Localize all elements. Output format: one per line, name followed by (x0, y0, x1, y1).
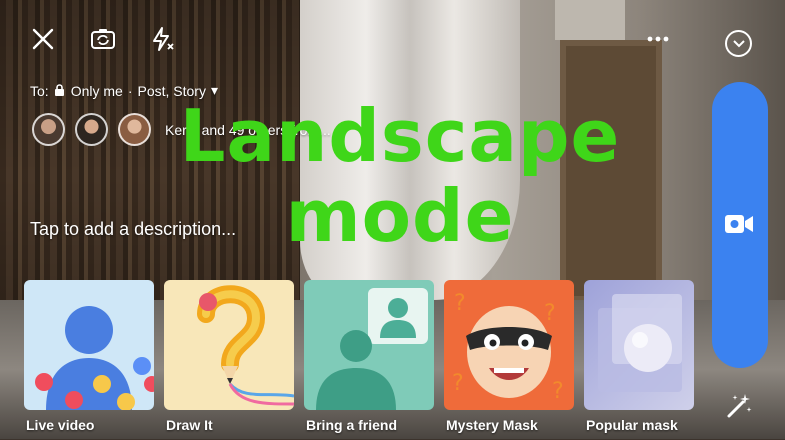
audience-privacy: Only me (70, 82, 123, 99)
avatar (32, 113, 65, 146)
flash-off-icon[interactable] (148, 25, 176, 53)
effect-label-popular-mask: Popular mask (586, 417, 678, 433)
effect-popular-mask[interactable] (584, 280, 694, 410)
effect-label-draw-it: Draw It (166, 417, 213, 433)
effect-draw-it[interactable] (164, 280, 294, 410)
audience-prefix: To: (30, 82, 49, 99)
svg-text:?: ? (552, 379, 564, 404)
magic-wand-icon[interactable] (725, 392, 753, 420)
effect-label-live-video: Live video (26, 417, 95, 433)
watermark-line-2: mode (285, 174, 515, 258)
lock-icon (54, 84, 66, 98)
effect-label-bring-a-friend: Bring a friend (306, 417, 398, 433)
video-camera-icon[interactable] (724, 211, 754, 237)
more-icon[interactable] (645, 26, 671, 52)
camera-flip-icon[interactable] (89, 25, 117, 53)
effect-bring-a-friend[interactable] (304, 280, 434, 410)
effect-mystery-mask[interactable]: ? ? ? ? (444, 280, 574, 410)
effect-live-video[interactable] (24, 280, 154, 410)
svg-text:?: ? (544, 301, 556, 326)
watermark-line-1: Landscape (179, 94, 621, 178)
chevron-down-circle-icon[interactable] (725, 30, 752, 57)
svg-text:?: ? (454, 291, 466, 316)
svg-text:?: ? (452, 371, 464, 396)
top-toolbar (0, 26, 785, 56)
close-icon[interactable] (30, 26, 56, 52)
avatar (75, 113, 108, 146)
effect-label-mystery-mask: Mystery Mask (446, 417, 538, 433)
description-input[interactable]: Tap to add a description... (30, 219, 236, 240)
